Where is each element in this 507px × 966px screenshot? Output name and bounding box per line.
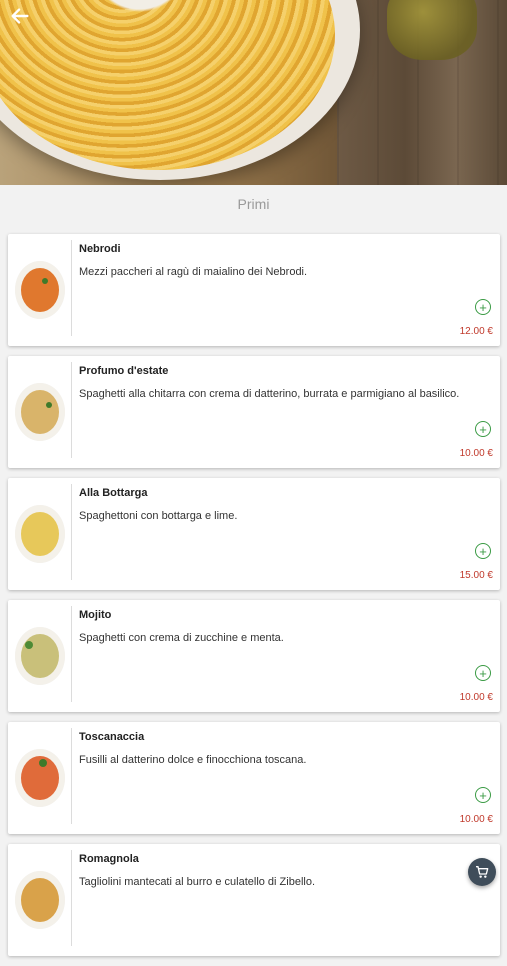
menu-item[interactable]: Romagnola Tagliolini mantecati al burro … (8, 844, 500, 956)
arrow-left-icon (11, 8, 29, 24)
plate-food (21, 390, 59, 434)
oil-bottle (387, 0, 477, 60)
cart-button[interactable] (468, 858, 496, 886)
separator (71, 362, 72, 458)
plus-icon: + (479, 787, 487, 803)
add-button[interactable]: + (475, 543, 491, 559)
menu-item[interactable]: Alla Bottarga Spaghettoni con bottarga e… (8, 478, 500, 590)
separator (71, 606, 72, 702)
back-button[interactable] (6, 2, 34, 30)
separator (71, 850, 72, 946)
menu-item[interactable]: Nebrodi Mezzi paccheri al ragù di maiali… (8, 234, 500, 346)
menu-list: Nebrodi Mezzi paccheri al ragù di maiali… (8, 234, 500, 966)
plate-food (21, 512, 59, 556)
item-name: Romagnola (79, 853, 139, 865)
section-title: Primi (237, 196, 270, 212)
add-button[interactable]: + (475, 787, 491, 803)
plus-icon: + (479, 665, 487, 681)
item-description: Spaghetti alla chitarra con crema di dat… (79, 388, 460, 400)
plate-food (21, 878, 59, 922)
dish-thumbnail (15, 261, 65, 319)
add-button[interactable]: + (475, 299, 491, 315)
separator (71, 240, 72, 336)
item-description: Tagliolini mantecati al burro e culatell… (79, 876, 316, 888)
dish-thumbnail (15, 505, 65, 563)
item-name: Mojito (79, 609, 112, 621)
menu-item[interactable]: Mojito Spaghetti con crema di zucchine e… (8, 600, 500, 712)
item-description: Spaghetti con crema di zucchine e menta. (79, 632, 284, 644)
item-price: 10.00 € (459, 814, 493, 825)
dish-thumbnail (15, 871, 65, 929)
dish-thumbnail (15, 627, 65, 685)
plate-food (21, 634, 59, 678)
menu-item[interactable]: Toscanaccia Fusilli al datterino dolce e… (8, 722, 500, 834)
item-description: Fusilli al datterino dolce e finocchiona… (79, 754, 307, 766)
plus-icon: + (479, 543, 487, 559)
item-price: 15.00 € (459, 570, 493, 581)
item-name: Toscanaccia (79, 731, 145, 743)
item-price: 12.00 € (459, 326, 493, 337)
item-price: 10.00 € (459, 448, 493, 459)
plus-icon: + (479, 421, 487, 437)
plate-food (21, 268, 59, 312)
separator (71, 484, 72, 580)
item-description: Mezzi paccheri al ragù di maialino dei N… (79, 266, 308, 278)
dish-thumbnail (15, 749, 65, 807)
plus-icon: + (479, 299, 487, 315)
add-button[interactable]: + (475, 421, 491, 437)
menu-item[interactable]: Profumo d'estate Spaghetti alla chitarra… (8, 356, 500, 468)
cart-icon (476, 866, 489, 878)
item-name: Profumo d'estate (79, 365, 169, 377)
dish-thumbnail (15, 383, 65, 441)
item-price: 10.00 € (459, 692, 493, 703)
item-name: Alla Bottarga (79, 487, 148, 499)
item-description: Spaghettoni con bottarga e lime. (79, 510, 238, 522)
add-button[interactable]: + (475, 665, 491, 681)
separator (71, 728, 72, 824)
hero-image (0, 0, 507, 185)
item-name: Nebrodi (79, 243, 121, 255)
